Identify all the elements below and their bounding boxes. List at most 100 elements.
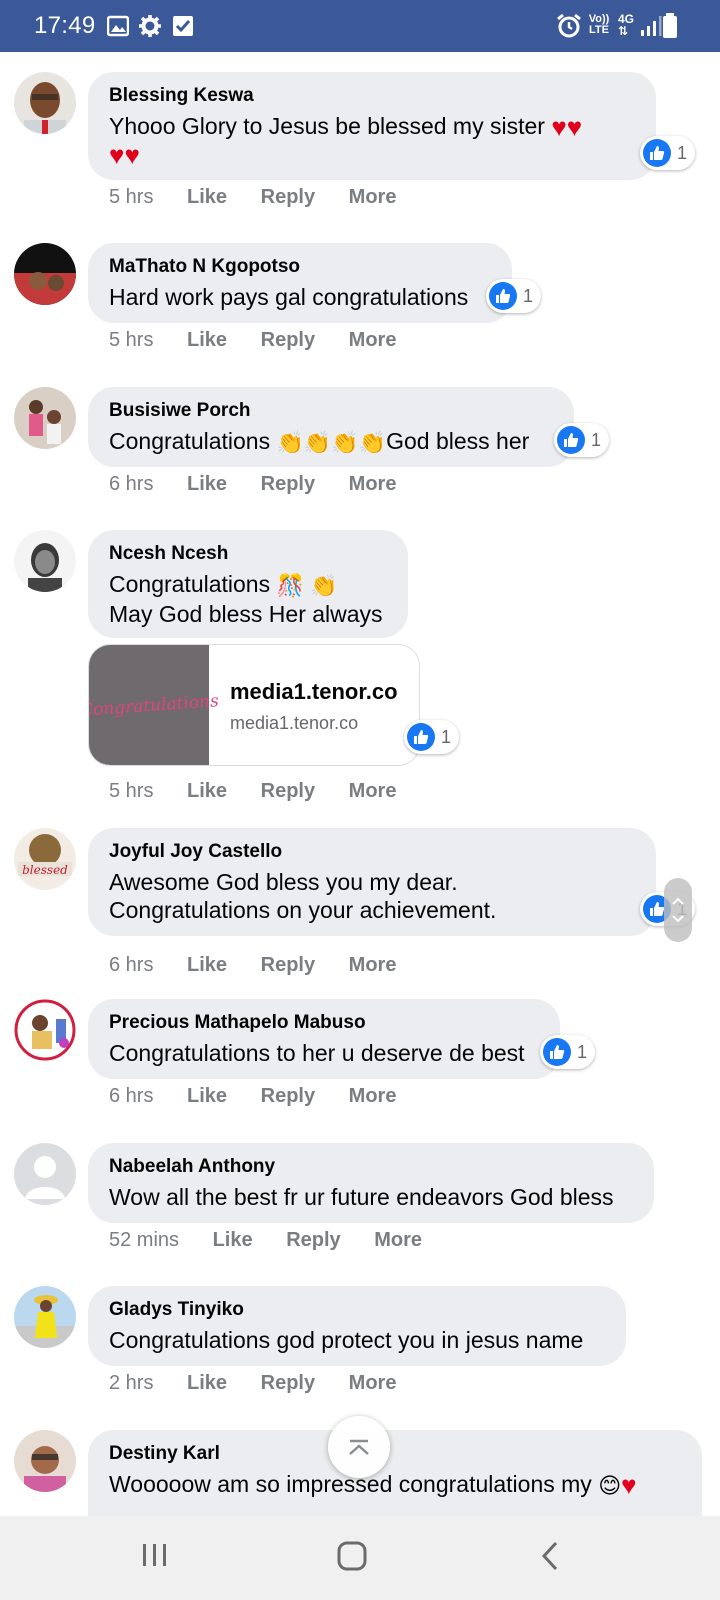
comment-author[interactable]: Nabeelah Anthony [109, 1155, 632, 1178]
reply-button[interactable]: Reply [261, 473, 315, 495]
avatar[interactable] [14, 530, 76, 592]
comment-bubble[interactable]: Destiny Karl Wooooow am so impressed con… [88, 1430, 702, 1516]
more-button[interactable]: More [349, 473, 397, 495]
more-button[interactable]: More [349, 186, 397, 208]
comment-author[interactable]: Blessing Keswa [109, 84, 634, 107]
reaction-badge[interactable]: 1 [554, 423, 610, 457]
like-button[interactable]: Like [213, 1229, 253, 1251]
reply-button[interactable]: Reply [286, 1229, 340, 1251]
comment-time: 6 hrs [109, 1085, 154, 1107]
avatar[interactable] [14, 243, 76, 305]
scroll-to-top-button[interactable] [328, 1416, 390, 1478]
comment-time: 5 hrs [109, 186, 154, 208]
battery-icon [663, 13, 677, 38]
more-button[interactable]: More [349, 1085, 397, 1107]
comment-text: Congratulations 👏👏👏👏God bless her [109, 428, 530, 455]
link-thumbnail: Congratulations [89, 645, 219, 765]
comment-bubble[interactable]: Ncesh Ncesh Congratulations 🎊 👏 May God … [88, 530, 408, 638]
comment-author[interactable]: Precious Mathapelo Mabuso [109, 1011, 538, 1034]
recent-apps-icon[interactable] [141, 1540, 169, 1570]
reply-button[interactable]: Reply [261, 954, 315, 976]
comment-bubble[interactable]: Nabeelah Anthony Wow all the best fr ur … [88, 1143, 654, 1223]
heart-emoji-icon: ♥ [566, 112, 583, 142]
comment-bubble[interactable]: Blessing Keswa Yhooo Glory to Jesus be b… [88, 72, 656, 180]
comment-actions: 5 hrs Like Reply More [109, 329, 424, 352]
clapping-hands-icon: 👏👏👏👏 [276, 430, 387, 455]
reply-button[interactable]: Reply [261, 780, 315, 802]
comment-author[interactable]: MaThato N Kgopotso [109, 255, 490, 278]
comment-author[interactable]: Ncesh Ncesh [109, 542, 386, 565]
more-button[interactable]: More [349, 954, 397, 976]
like-button[interactable]: Like [187, 780, 227, 802]
thumbs-up-icon [643, 139, 671, 167]
link-title: media1.tenor.co [230, 679, 398, 704]
back-icon[interactable] [538, 1540, 562, 1572]
like-button[interactable]: Like [187, 473, 227, 495]
reaction-badge[interactable]: 1 [404, 720, 460, 754]
avatar[interactable] [14, 1430, 76, 1492]
avatar[interactable] [14, 387, 76, 449]
avatar[interactable] [14, 999, 76, 1061]
reply-button[interactable]: Reply [261, 1372, 315, 1394]
gear-icon [139, 15, 161, 37]
comment-author[interactable]: Gladys Tinyiko [109, 1298, 604, 1321]
alarm-icon [557, 13, 581, 38]
comment-actions: 5 hrs Like Reply More [109, 780, 424, 803]
like-button[interactable]: Like [187, 1085, 227, 1107]
heart-emoji-icon: ♥ [124, 140, 140, 170]
comment-feed[interactable]: Blessing Keswa Yhooo Glory to Jesus be b… [0, 52, 720, 1516]
status-bar: 17:49 Vo)) LTE 4G ⇅ [0, 0, 720, 52]
reaction-badge[interactable]: 1 [486, 279, 542, 313]
smiling-face-icon: 😊 [598, 1473, 622, 1498]
reply-button[interactable]: Reply [261, 329, 315, 351]
comment-bubble[interactable]: MaThato N Kgopotso Hard work pays gal co… [88, 243, 512, 323]
more-button[interactable]: More [349, 329, 397, 351]
avatar[interactable] [14, 1143, 76, 1205]
party-popper-icon: 🎊 👏 [276, 573, 338, 598]
signal-icon [641, 16, 662, 36]
reaction-count: 1 [523, 285, 534, 306]
comment-bubble[interactable]: Precious Mathapelo Mabuso Congratulation… [88, 999, 560, 1079]
reaction-badge[interactable]: 1 [540, 1035, 596, 1069]
reply-button[interactable]: Reply [261, 186, 315, 208]
comment-bubble[interactable]: Joyful Joy Castello Awesome God bless yo… [88, 828, 656, 936]
reply-button[interactable]: Reply [261, 1085, 315, 1107]
comment-bubble[interactable]: Gladys Tinyiko Congratulations god prote… [88, 1286, 626, 1366]
thumbs-up-icon [557, 426, 585, 454]
thumbs-up-icon [489, 282, 517, 310]
avatar[interactable]: blessed [14, 828, 76, 890]
reaction-badge[interactable]: 1 [640, 136, 696, 170]
avatar[interactable] [14, 1286, 76, 1348]
like-button[interactable]: Like [187, 329, 227, 351]
home-icon[interactable] [336, 1540, 368, 1572]
system-nav-bar [0, 1516, 720, 1600]
like-button[interactable]: Like [187, 954, 227, 976]
avatar[interactable] [14, 72, 76, 134]
comment-actions: 6 hrs Like Reply More [109, 954, 424, 977]
link-preview-card[interactable]: Congratulations media1.tenor.co media1.t… [88, 644, 420, 766]
comment-time: 6 hrs [109, 954, 154, 976]
link-subtitle: media1.tenor.co [230, 713, 359, 733]
comment-author[interactable]: Busisiwe Porch [109, 399, 552, 422]
comment-time: 5 hrs [109, 780, 154, 802]
comment-text: Hard work pays gal congratulations [109, 284, 469, 310]
comment-text: Congratulations to her u deserve de best [109, 1040, 525, 1066]
image-icon [107, 15, 129, 37]
more-button[interactable]: More [349, 1372, 397, 1394]
comment-text: Congratulations 🎊 👏 May God bless Her al… [109, 571, 383, 627]
like-button[interactable]: Like [187, 186, 227, 208]
comment-time: 6 hrs [109, 473, 154, 495]
fast-scroll-handle[interactable] [664, 878, 692, 942]
comment-text: Awesome God bless you my dear. Congratul… [109, 869, 497, 923]
comment-author[interactable]: Joyful Joy Castello [109, 840, 634, 863]
comment-actions: 2 hrs Like Reply More [109, 1372, 424, 1395]
like-button[interactable]: Like [187, 1372, 227, 1394]
chevron-up-icon [349, 1439, 369, 1455]
comment-bubble[interactable]: Busisiwe Porch Congratulations 👏👏👏👏God b… [88, 387, 574, 467]
comment-time: 52 mins [109, 1229, 180, 1251]
comment-actions: 5 hrs Like Reply More [109, 186, 424, 209]
more-button[interactable]: More [349, 780, 397, 802]
comment-author[interactable]: Destiny Karl [109, 1442, 680, 1465]
svg-text:blessed: blessed [22, 863, 68, 877]
more-button[interactable]: More [374, 1229, 422, 1251]
